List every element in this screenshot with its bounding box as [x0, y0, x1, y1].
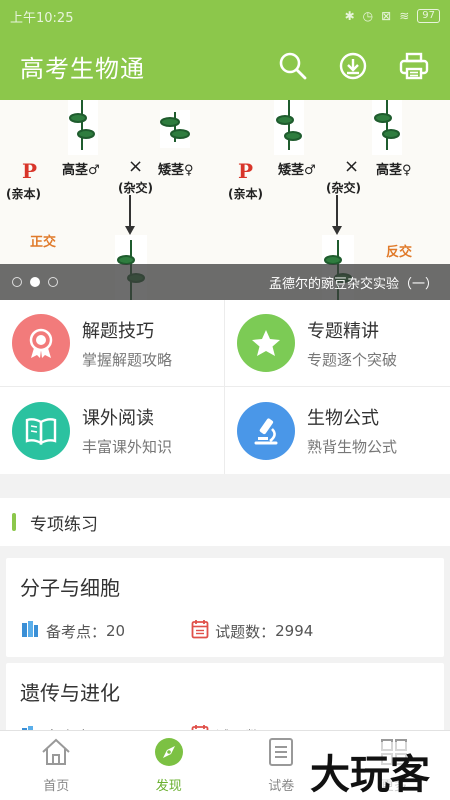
book-icon	[12, 401, 70, 460]
carousel-dot[interactable]	[48, 277, 58, 287]
search-icon[interactable]	[278, 51, 308, 81]
tab-label: 首页	[43, 779, 70, 794]
feature-title: 生物公式	[307, 408, 379, 429]
sim-icon: ⊠	[381, 9, 392, 23]
banner-right-parent: (亲本)	[228, 186, 263, 201]
banner-caption: 孟德尔的豌豆杂交实验（一）	[268, 276, 438, 292]
microscope-icon	[237, 401, 295, 460]
alarm-icon: ◷	[362, 9, 374, 23]
feature-subtitle: 掌握解题攻略	[82, 350, 173, 369]
calendar-icon	[191, 619, 209, 643]
books-icon	[20, 619, 40, 643]
banner-left-cross-sym: ×	[128, 156, 143, 177]
feature-title: 课外阅读	[82, 408, 154, 429]
feature-reading[interactable]: 课外阅读 丰富课外知识	[0, 387, 225, 474]
practice-card[interactable]: 分子与细胞 备考点： 20 试题数： 2994	[6, 558, 444, 657]
card-title: 分子与细胞	[20, 576, 120, 600]
feature-grid: 解题技巧 掌握解题攻略 专题精讲 专题逐个突破 课外阅读 丰富课外知识 生物公式…	[0, 300, 450, 474]
download-icon[interactable]	[338, 51, 368, 81]
points-label: 备考点：	[46, 622, 107, 641]
home-icon	[40, 737, 72, 771]
section-title: 专项练习	[30, 514, 98, 535]
watermark: 大玩客	[306, 742, 434, 800]
paper-icon	[268, 737, 294, 771]
carousel-dot[interactable]	[12, 277, 22, 287]
status-icons: ✱ ◷ ⊠ ≋ 97	[345, 9, 440, 23]
tab-label: 试卷	[268, 779, 295, 794]
banner-right-label: 反交	[386, 244, 412, 260]
compass-icon	[154, 737, 184, 771]
status-bar: 上午10:25 ✱ ◷ ⊠ ≋ 97	[0, 0, 450, 32]
questions-label: 试题数：	[215, 622, 276, 641]
questions-value: 2994	[275, 622, 314, 640]
status-time: 上午10:25	[10, 10, 74, 26]
banner-right-p: P	[238, 159, 253, 183]
wifi-icon: ≋	[399, 9, 410, 23]
feature-formulas[interactable]: 生物公式 熟背生物公式	[225, 387, 450, 474]
banner-left-short: 矮茎♀	[158, 162, 194, 178]
tab-home[interactable]: 首页	[0, 731, 113, 800]
banner-left-cross: (杂交)	[118, 180, 153, 195]
feature-title: 专题精讲	[307, 320, 379, 342]
feature-topics[interactable]: 专题精讲 专题逐个突破	[225, 300, 450, 387]
printer-icon[interactable]	[398, 51, 430, 81]
tab-label: 发现	[155, 779, 182, 794]
tab-discover[interactable]: 发现	[113, 731, 226, 800]
battery-indicator: 97	[417, 9, 440, 23]
banner-left-tall: 高茎♂	[62, 162, 100, 178]
card-title: 遗传与进化	[20, 681, 120, 705]
banner-left-parent: (亲本)	[6, 186, 41, 201]
banner-caption-bar: 孟德尔的豌豆杂交实验（一）	[0, 264, 450, 300]
banner-right-cross-sym: ×	[344, 156, 359, 177]
feature-subtitle: 专题逐个突破	[307, 350, 398, 369]
feature-tips[interactable]: 解题技巧 掌握解题攻略	[0, 300, 225, 387]
banner-left-label: 正交	[30, 234, 56, 250]
feature-title: 解题技巧	[82, 320, 154, 342]
carousel-dots	[12, 277, 58, 287]
star-icon	[237, 314, 295, 372]
section-accent-bar	[12, 513, 16, 531]
banner-carousel[interactable]: P (亲本) 高茎♂ × 矮茎♀ (杂交) 正交 P (亲本) 矮茎♂ × 高茎…	[0, 100, 450, 300]
banner-left-p: P	[22, 159, 37, 183]
feature-subtitle: 熟背生物公式	[307, 438, 398, 456]
banner-right-short: 矮茎♂	[278, 162, 316, 178]
app-bar: 高考生物通	[0, 32, 450, 100]
bluetooth-icon: ✱	[344, 9, 355, 23]
app-title: 高考生物通	[20, 54, 145, 83]
carousel-dot-active[interactable]	[30, 277, 40, 287]
banner-right-tall: 高茎♀	[376, 162, 412, 178]
award-icon	[12, 314, 70, 372]
points-value: 20	[106, 622, 126, 640]
section-header: 专项练习	[0, 498, 450, 546]
feature-subtitle: 丰富课外知识	[82, 438, 173, 456]
banner-right-cross: (杂交)	[326, 180, 361, 195]
